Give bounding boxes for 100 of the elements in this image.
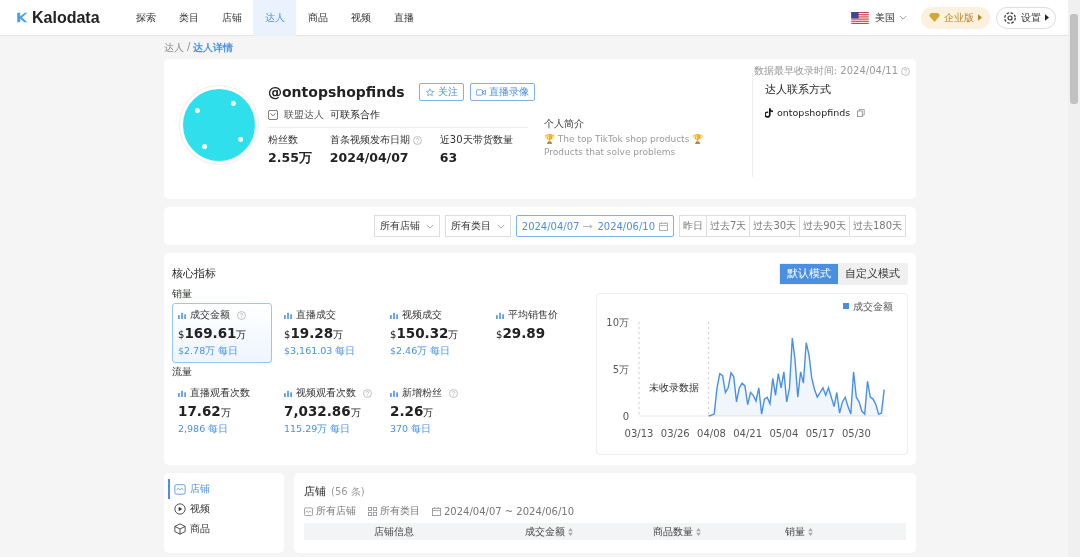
caret-icon bbox=[425, 223, 434, 229]
section-nav-item[interactable]: 视频 bbox=[168, 499, 214, 519]
daily-average: $2.78万 每日 bbox=[178, 345, 240, 358]
section-nav-item[interactable]: 商品 bbox=[168, 519, 214, 539]
category-filter[interactable]: 所有类目 bbox=[368, 504, 420, 518]
scrollbar[interactable] bbox=[1068, 0, 1080, 557]
x-tick-label: 05/30 bbox=[841, 428, 871, 439]
x-tick-label: 05/04 bbox=[769, 428, 799, 439]
nav-tab[interactable]: 视频 bbox=[339, 0, 382, 36]
stat-label: 首条视频发布日期 bbox=[329, 133, 410, 147]
metric-tile[interactable]: 新增粉丝 2.26万 370 每日 bbox=[384, 381, 484, 441]
triangle-icon bbox=[1045, 14, 1049, 21]
live-recording-button[interactable]: 直播录像 bbox=[469, 83, 535, 101]
bio-text: Products that solve problems bbox=[544, 147, 677, 157]
daily-average: 115.29万 每日 bbox=[284, 423, 352, 436]
creator-tag: 联盟达人 bbox=[284, 108, 324, 122]
metric-value: 17.62万 bbox=[178, 403, 232, 420]
region-dropdown[interactable]: 美国 bbox=[875, 10, 915, 25]
flag-icon bbox=[851, 11, 869, 24]
end-date: 2024/06/10 bbox=[597, 220, 656, 232]
shop-icon bbox=[304, 506, 313, 516]
group-title: 销量 bbox=[172, 287, 193, 301]
metric-value: 7,032.86万 bbox=[284, 403, 362, 420]
x-tick-label: 03/26 bbox=[660, 428, 690, 439]
metric-tile[interactable]: 视频观看次数 7,032.86万 115.29万 每日 bbox=[278, 381, 378, 441]
bar-chart-icon bbox=[178, 389, 186, 397]
metric-label: 成交金额 bbox=[190, 308, 230, 322]
nav-tab[interactable]: 直播 bbox=[382, 0, 425, 36]
nav-tab[interactable]: 探索 bbox=[124, 0, 167, 36]
copy-icon[interactable] bbox=[857, 108, 866, 117]
x-tick-label: 04/08 bbox=[697, 428, 726, 439]
nav-tab[interactable]: 商品 bbox=[296, 0, 339, 36]
metric-label: 直播观看次数 bbox=[190, 386, 250, 400]
metric-value: $169.61万 bbox=[178, 325, 248, 342]
mode-tab[interactable]: 自定义模式 bbox=[838, 264, 907, 284]
metric-tile[interactable]: 直播观看次数 17.62万 2,986 每日 bbox=[172, 381, 272, 441]
diamond-icon bbox=[929, 13, 940, 22]
settings-icon bbox=[1003, 10, 1017, 25]
shop-dropdown[interactable]: 所有店铺 bbox=[373, 215, 440, 237]
column-header[interactable]: 店铺信息 bbox=[304, 524, 484, 539]
metric-label: 直播成交 bbox=[296, 308, 336, 322]
caret-icon bbox=[496, 223, 505, 229]
column-header[interactable]: 销量 bbox=[739, 524, 859, 539]
video-camera-icon bbox=[475, 87, 486, 97]
triangle-icon bbox=[978, 14, 982, 21]
x-tick-label: 05/17 bbox=[805, 428, 835, 439]
range-button[interactable]: 过去90天 bbox=[799, 216, 849, 236]
nav-tab[interactable]: 店铺 bbox=[210, 0, 253, 36]
metric-tile[interactable]: 平均销售价 $29.89 bbox=[490, 303, 590, 363]
metric-value: $150.32万 bbox=[390, 325, 460, 342]
help-icon[interactable] bbox=[449, 388, 458, 398]
section-title: 核心指标 bbox=[172, 267, 216, 281]
legend-label: 成交金额 bbox=[853, 301, 893, 312]
metric-label: 视频观看次数 bbox=[296, 386, 356, 400]
collection-date-note: 数据最早收录时间: 2024/04/11 bbox=[753, 64, 898, 78]
shop-filter[interactable]: 所有店铺 bbox=[304, 504, 356, 518]
metric-tile[interactable]: 视频成交 $150.32万 $2.46万 每日 bbox=[384, 303, 484, 363]
y-tick-label: 10万 bbox=[606, 317, 629, 328]
column-header[interactable]: 商品数量 bbox=[614, 524, 739, 539]
metric-value: 2.26万 bbox=[390, 403, 435, 420]
stat-label: 粉丝数 bbox=[268, 133, 298, 147]
help-icon[interactable] bbox=[237, 310, 246, 320]
caret-icon bbox=[899, 15, 907, 20]
breadcrumb-current: 达人详情 bbox=[193, 41, 234, 55]
affiliate-icon bbox=[268, 110, 278, 120]
breadcrumb-link[interactable]: 达人 bbox=[164, 41, 184, 55]
category-dropdown[interactable]: 所有类目 bbox=[444, 215, 511, 237]
calendar-icon bbox=[432, 506, 441, 516]
range-button[interactable]: 过去180天 bbox=[848, 216, 905, 236]
column-header[interactable]: 成交金额 bbox=[484, 524, 614, 539]
stat-value: 63 bbox=[439, 150, 459, 165]
help-icon[interactable] bbox=[412, 135, 422, 145]
logo-icon bbox=[16, 11, 28, 24]
metric-tile[interactable]: 成交金额 $169.61万 $2.78万 每日 bbox=[172, 303, 272, 363]
contact-title: 达人联系方式 bbox=[765, 83, 832, 97]
box-icon bbox=[174, 523, 186, 535]
no-data-note: 未收录数据 bbox=[648, 382, 699, 393]
bar-chart-icon bbox=[284, 389, 292, 397]
grid-icon bbox=[368, 506, 377, 516]
help-icon[interactable] bbox=[363, 388, 372, 398]
bar-chart-icon bbox=[178, 311, 186, 319]
metric-label: 平均销售价 bbox=[508, 308, 558, 322]
metric-tile[interactable]: 直播成交 $19.28万 $3,161.03 每日 bbox=[278, 303, 378, 363]
section-nav-item[interactable]: 店铺 bbox=[168, 479, 214, 499]
legend-item: 成交金额 bbox=[843, 301, 893, 312]
date-filter[interactable]: 2024/04/07 ~ 2024/06/10 bbox=[432, 504, 574, 518]
nav-tab[interactable]: 类目 bbox=[167, 0, 210, 36]
creator-handle: @ontopshopfinds bbox=[268, 84, 405, 100]
bio-text: 🏆 The top TikTok shop products 🏆 bbox=[544, 134, 705, 144]
follow-button[interactable]: 关注 bbox=[418, 83, 464, 101]
help-icon[interactable] bbox=[901, 66, 910, 76]
settings-button[interactable]: 设置 bbox=[996, 6, 1056, 29]
x-tick-label: 03/13 bbox=[624, 428, 654, 439]
daily-average: 370 每日 bbox=[390, 423, 433, 436]
play-icon bbox=[174, 503, 186, 515]
stat-label: 近30天带货数量 bbox=[439, 133, 513, 147]
stat-value: 2.55万 bbox=[268, 150, 312, 167]
y-tick-label: 0 bbox=[622, 411, 629, 422]
bio-title: 个人简介 bbox=[544, 117, 585, 131]
bar-chart-icon bbox=[390, 389, 398, 397]
